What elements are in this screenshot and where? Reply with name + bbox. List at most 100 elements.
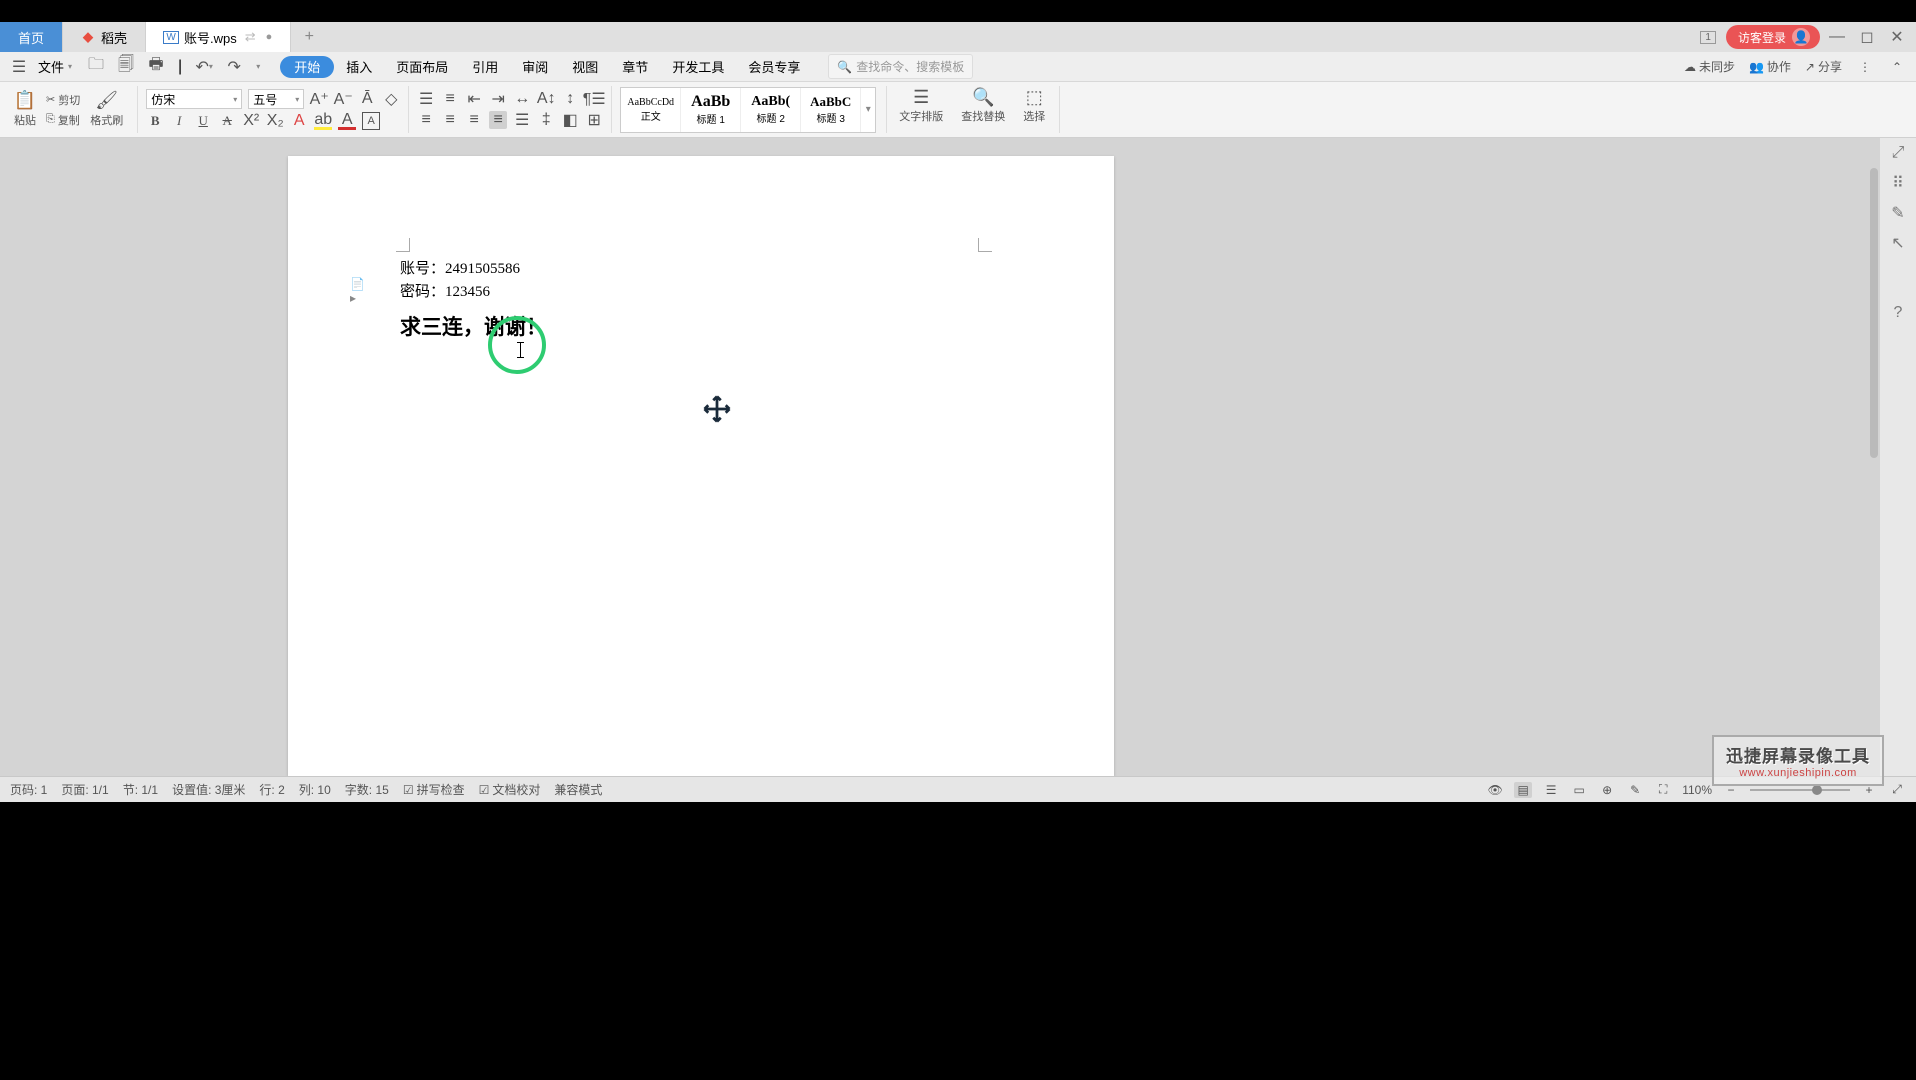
borders-icon[interactable]: ⊞	[585, 111, 603, 129]
file-menu[interactable]: 文件▾	[34, 55, 76, 78]
status-setting[interactable]: 设置值: 3厘米	[172, 781, 245, 798]
unsynced-button[interactable]: ☁ 未同步	[1684, 58, 1735, 75]
bold-button[interactable]: B	[146, 112, 164, 130]
font-name-select[interactable]: 仿宋▾	[146, 89, 242, 109]
style-heading2[interactable]: AaBb( 标题 2	[741, 88, 801, 132]
pencil-icon[interactable]: ✎	[1889, 204, 1907, 222]
scrollbar-thumb[interactable]	[1870, 168, 1878, 458]
collapse-ribbon-icon[interactable]: ⌃	[1888, 58, 1906, 76]
distribute-icon[interactable]: ☰	[513, 111, 531, 129]
font-size-select[interactable]: 五号▾	[248, 89, 304, 109]
superscript-button[interactable]: X²	[242, 112, 260, 130]
align-left-icon[interactable]: ≡	[417, 111, 435, 129]
tab-sync-icon[interactable]: ⇄	[245, 29, 256, 45]
guest-login-button[interactable]: 访客登录 👤	[1726, 25, 1820, 49]
tab-document[interactable]: 账号.wps ⇄ ●	[146, 22, 291, 52]
print-preview-icon[interactable]: 🗐	[118, 59, 134, 75]
numbering-icon[interactable]: ≡	[441, 90, 459, 108]
align-center-icon[interactable]: ≡	[441, 111, 459, 129]
more-icon[interactable]: ⋮	[1856, 58, 1874, 76]
ribbon-tab-view[interactable]: 视图	[560, 52, 610, 81]
char-scaling-icon[interactable]: ↔	[513, 90, 531, 108]
outline-view-icon[interactable]: ☰	[1542, 782, 1560, 798]
clear-format-icon[interactable]: ◇	[382, 90, 400, 108]
line-spacing-icon[interactable]: ‡	[537, 111, 555, 129]
share-button[interactable]: ↗ 分享	[1805, 58, 1842, 75]
coop-button[interactable]: 👥 协作	[1749, 58, 1791, 75]
tab-doke[interactable]: ◆ 稻壳	[63, 22, 146, 52]
status-col[interactable]: 列: 10	[299, 781, 331, 798]
highlight-icon[interactable]: ab	[314, 112, 332, 130]
ribbon-tab-dev[interactable]: 开发工具	[660, 52, 736, 81]
command-search[interactable]: 🔍 查找命令、搜索模板	[828, 54, 973, 79]
maximize-button[interactable]: ◻	[1854, 27, 1880, 47]
font-color-icon[interactable]: A	[338, 112, 356, 130]
drag-handle-icon[interactable]: ⠿	[1889, 174, 1907, 192]
tab-close-icon[interactable]: ●	[266, 31, 273, 43]
increase-indent-icon[interactable]: ⇥	[489, 90, 507, 108]
status-words[interactable]: 字数: 15	[345, 781, 389, 798]
ribbon-tab-section[interactable]: 章节	[610, 52, 660, 81]
change-case-icon[interactable]: Ā	[358, 90, 376, 108]
status-page-code[interactable]: 页码: 1	[10, 781, 47, 798]
page[interactable]: 📄 ▸ 账号：2491505586 密码：123456 求三连，谢谢！	[288, 156, 1114, 776]
tab-home[interactable]: 首页	[0, 22, 63, 52]
style-normal[interactable]: AaBbCcDd 正文	[621, 88, 681, 132]
notification-badge[interactable]: 1	[1700, 31, 1716, 44]
ribbon-tab-layout[interactable]: 页面布局	[384, 52, 460, 81]
align-right-icon[interactable]: ≡	[465, 111, 483, 129]
collapse-rail-icon[interactable]: ⤢	[1889, 144, 1907, 162]
justify-icon[interactable]: ≡	[489, 111, 507, 129]
bullets-icon[interactable]: ☰	[417, 90, 435, 108]
status-section[interactable]: 节: 1/1	[123, 781, 158, 798]
subscript-button[interactable]: X₂	[266, 112, 284, 130]
style-heading3[interactable]: AaBbC 标题 3	[801, 88, 861, 132]
page-view-icon[interactable]: ▤	[1514, 782, 1532, 798]
status-pages[interactable]: 页面: 1/1	[61, 781, 108, 798]
zoom-level[interactable]: 110%	[1682, 783, 1712, 797]
decrease-font-icon[interactable]: A⁻	[334, 90, 352, 108]
print-icon[interactable]: 🖶	[148, 59, 164, 75]
fit-page-icon[interactable]: ⛶	[1654, 782, 1672, 798]
undo-icon[interactable]: ↶▾	[196, 59, 212, 75]
reading-view-icon[interactable]: ▭	[1570, 782, 1588, 798]
cut-button[interactable]: ✂剪切	[46, 92, 80, 108]
copy-button[interactable]: ⎘复制	[46, 112, 80, 128]
status-row[interactable]: 行: 2	[259, 781, 284, 798]
decrease-indent-icon[interactable]: ⇤	[465, 90, 483, 108]
ribbon-tab-start[interactable]: 开始	[280, 56, 334, 78]
style-gallery-more[interactable]: ▾	[861, 88, 875, 132]
zoom-slider-knob[interactable]	[1812, 785, 1822, 795]
web-view-icon[interactable]: ⊕	[1598, 782, 1616, 798]
char-border-icon[interactable]: A	[362, 112, 380, 130]
ribbon-tab-insert[interactable]: 插入	[334, 52, 384, 81]
fullscreen-icon[interactable]: ⤢	[1888, 782, 1906, 798]
paste-button[interactable]: 📋 粘贴	[10, 90, 40, 130]
find-replace-button[interactable]: 🔍 查找替换	[957, 86, 1009, 133]
qat-more[interactable]: ▾	[256, 62, 260, 71]
status-spellcheck[interactable]: ☑ 拼写检查	[403, 781, 465, 798]
show-marks-icon[interactable]: ¶☰	[585, 90, 603, 108]
zoom-slider[interactable]	[1750, 789, 1850, 791]
close-button[interactable]: ✕	[1884, 27, 1910, 47]
minimize-button[interactable]: —	[1824, 27, 1850, 47]
select-button[interactable]: ⬚ 选择	[1019, 86, 1049, 133]
eye-icon[interactable]: 👁	[1486, 782, 1504, 798]
ribbon-tab-member[interactable]: 会员专享	[736, 52, 812, 81]
ribbon-tab-reference[interactable]: 引用	[460, 52, 510, 81]
hamburger-icon[interactable]: ☰	[10, 58, 28, 76]
save-icon[interactable]: 🗀	[88, 59, 104, 75]
page-content[interactable]: 账号：2491505586 密码：123456 求三连，谢谢！	[400, 258, 980, 341]
text-layout-button[interactable]: ☰ 文字排版	[895, 86, 947, 133]
help-icon[interactable]: ?	[1889, 304, 1907, 322]
page-nav-icon[interactable]: 📄 ▸	[350, 284, 368, 298]
strike-button[interactable]: A	[218, 112, 236, 130]
status-proof[interactable]: ☑ 文档校对	[479, 781, 541, 798]
increase-font-icon[interactable]: A⁺	[310, 90, 328, 108]
sort-icon[interactable]: ↕	[561, 90, 579, 108]
underline-button[interactable]: U	[194, 112, 212, 130]
pointer-icon[interactable]: ↖	[1889, 234, 1907, 252]
new-tab-button[interactable]: +	[291, 22, 327, 52]
ribbon-tab-review[interactable]: 审阅	[510, 52, 560, 81]
asian-layout-icon[interactable]: A↕	[537, 90, 555, 108]
